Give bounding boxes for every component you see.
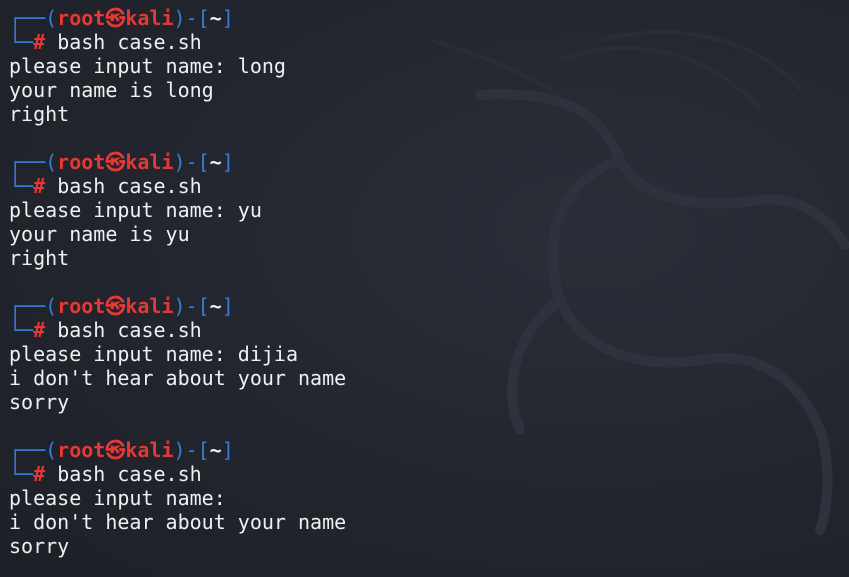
output-line: your name is yu xyxy=(9,222,190,246)
prompt-user: root xyxy=(57,294,106,318)
prompt-hash: # xyxy=(33,462,46,486)
prompt-open-paren: ( xyxy=(45,438,58,462)
prompt-corner-bottom: └─ xyxy=(9,174,34,198)
prompt-open-paren: ( xyxy=(45,6,58,30)
prompt-close-bracket: ] xyxy=(221,150,234,174)
output-line: sorry xyxy=(9,390,70,414)
input-line: please input name: dijia xyxy=(9,342,298,366)
prompt-dir: ~ xyxy=(209,294,222,318)
prompt-host: kali xyxy=(125,294,174,318)
command-line: └─# bash case.sh xyxy=(9,174,849,198)
prompt-open-paren: ( xyxy=(45,150,58,174)
terminal-output: ┌──(root㉿kali)-[~] └─# bash case.sh plea… xyxy=(9,6,849,558)
prompt-line: ┌──(root㉿kali)-[~] xyxy=(9,6,849,30)
command-line: └─# bash case.sh xyxy=(9,462,849,486)
command-line: └─# bash case.sh xyxy=(9,318,849,342)
input-line: please input name: yu xyxy=(9,198,262,222)
prompt-user: root xyxy=(57,6,106,30)
output-line: your name is long xyxy=(9,78,214,102)
prompt-line: ┌──(root㉿kali)-[~] xyxy=(9,150,849,174)
prompt-host: kali xyxy=(125,6,174,30)
prompt-dir: ~ xyxy=(209,150,222,174)
prompt-corner: ┌── xyxy=(9,438,46,462)
output-line: right xyxy=(9,246,70,270)
prompt-close-bracket: ] xyxy=(221,294,234,318)
output-line: i don't hear about your name xyxy=(9,366,347,390)
prompt-host: kali xyxy=(125,438,174,462)
prompt-line: ┌──(root㉿kali)-[~] xyxy=(9,438,849,462)
command-text: bash case.sh xyxy=(57,30,202,54)
prompt-user: root xyxy=(57,438,106,462)
command-text: bash case.sh xyxy=(57,174,202,198)
prompt-hash: # xyxy=(33,30,46,54)
output-line: sorry xyxy=(9,534,70,558)
prompt-close-bracket: ] xyxy=(221,6,234,30)
command-line: └─# bash case.sh xyxy=(9,30,849,54)
prompt-hash: # xyxy=(33,174,46,198)
output-line: right xyxy=(9,102,70,126)
prompt-corner: ┌── xyxy=(9,294,46,318)
prompt-at-icon: ㉿ xyxy=(105,150,126,174)
input-line: please input name: long xyxy=(9,54,286,78)
prompt-at-icon: ㉿ xyxy=(105,294,126,318)
prompt-user: root xyxy=(57,150,106,174)
prompt-close-paren: )-[ xyxy=(173,6,210,30)
prompt-close-bracket: ] xyxy=(221,438,234,462)
prompt-dir: ~ xyxy=(209,6,222,30)
prompt-corner-bottom: └─ xyxy=(9,318,34,342)
output-line: i don't hear about your name xyxy=(9,510,347,534)
input-line: please input name: xyxy=(9,486,226,510)
prompt-line: ┌──(root㉿kali)-[~] xyxy=(9,294,849,318)
prompt-corner: ┌── xyxy=(9,150,46,174)
prompt-close-paren: )-[ xyxy=(173,438,210,462)
prompt-host: kali xyxy=(125,150,174,174)
prompt-corner-bottom: └─ xyxy=(9,30,34,54)
prompt-at-icon: ㉿ xyxy=(105,6,126,30)
prompt-hash: # xyxy=(33,318,46,342)
prompt-close-paren: )-[ xyxy=(173,150,210,174)
prompt-dir: ~ xyxy=(209,438,222,462)
command-text: bash case.sh xyxy=(57,462,202,486)
prompt-corner: ┌── xyxy=(9,6,46,30)
command-text: bash case.sh xyxy=(57,318,202,342)
prompt-corner-bottom: └─ xyxy=(9,462,34,486)
prompt-at-icon: ㉿ xyxy=(105,438,126,462)
prompt-close-paren: )-[ xyxy=(173,294,210,318)
prompt-open-paren: ( xyxy=(45,294,58,318)
